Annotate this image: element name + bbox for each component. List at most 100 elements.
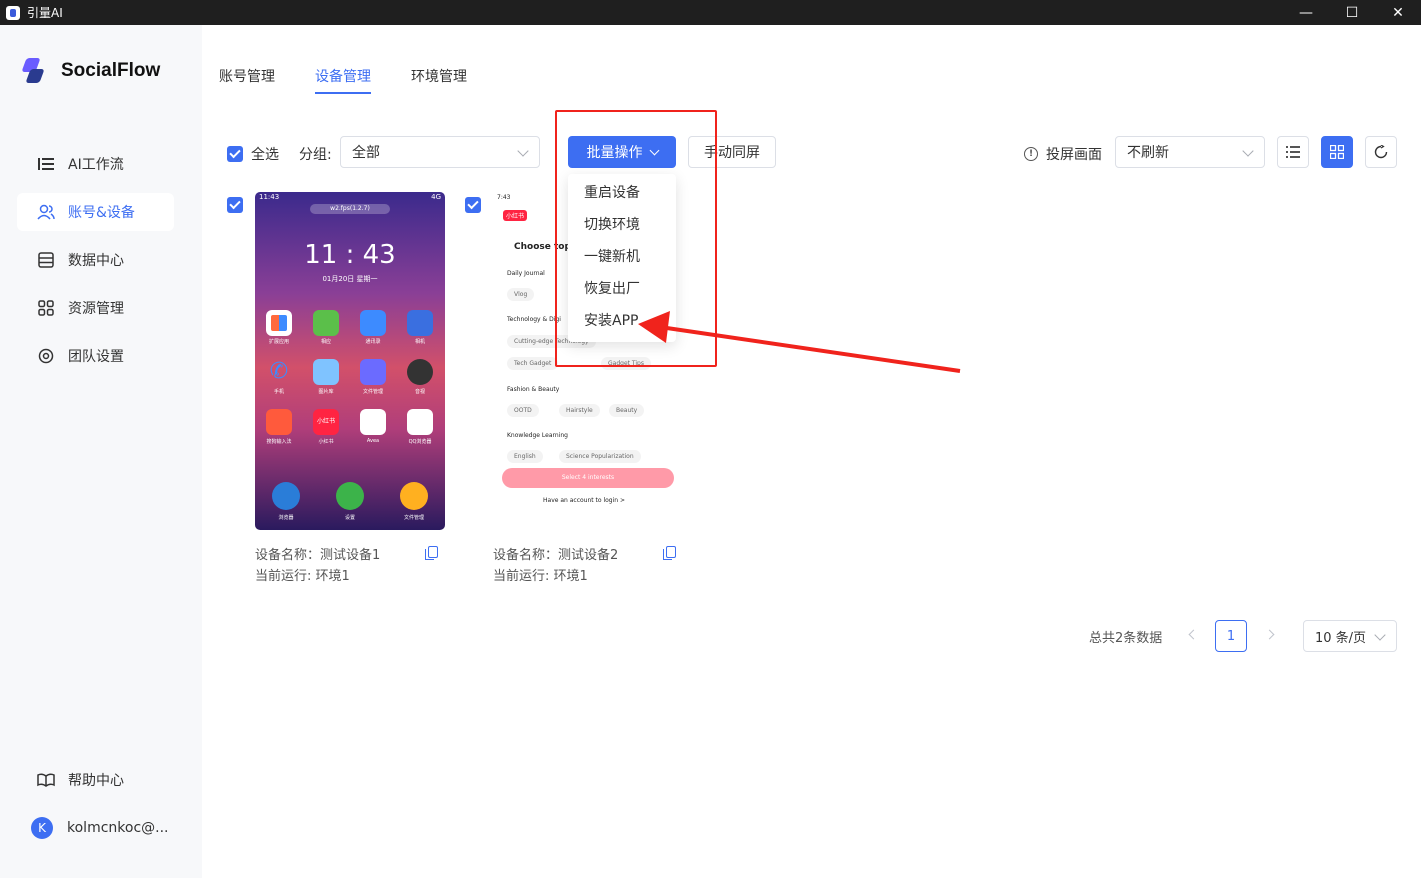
app-label: 手机 — [273, 389, 284, 395]
group-label: 分组: — [299, 147, 332, 163]
section-heading: Fashion & Beauty — [507, 386, 560, 393]
pagination-current-page[interactable]: 1 — [1215, 620, 1247, 652]
window-title: 引量AI — [27, 6, 63, 20]
interest-chip: Beauty — [609, 404, 645, 417]
select-interests-button: Select 4 interests — [502, 468, 674, 488]
device-checkbox[interactable] — [227, 197, 243, 213]
phone-date: 01月20日 星期一 — [322, 275, 378, 283]
interest-chip: Vlog — [507, 288, 535, 301]
files-icon — [360, 359, 386, 385]
app-label: 搜狗输入法 — [266, 439, 292, 445]
sidebar-item-label: 账号&设备 — [68, 205, 135, 221]
phone-clock: 11 : 43 — [304, 240, 396, 270]
tab-device-management[interactable]: 设备管理 — [315, 66, 371, 94]
sidebar-item-label: 资源管理 — [68, 301, 124, 317]
user-profile[interactable]: K kolmcnkoc@... — [17, 809, 174, 847]
info-icon: ! — [1024, 147, 1038, 161]
close-button[interactable]: ✕ — [1375, 0, 1421, 25]
phone-status-bar: 11:43 4G — [255, 192, 445, 204]
grid-icon — [1330, 145, 1344, 159]
contacts-icon — [360, 310, 386, 336]
app-logo-icon — [6, 5, 20, 20]
refresh-select-value: 不刷新 — [1127, 145, 1169, 161]
chevron-right-icon[interactable] — [1264, 629, 1275, 640]
tab-environment-management[interactable]: 环境管理 — [411, 66, 467, 92]
app-label: 图片库 — [318, 389, 334, 395]
list-view-button[interactable] — [1277, 136, 1309, 168]
camera-icon — [407, 310, 433, 336]
user-name: kolmcnkoc@... — [67, 820, 169, 836]
window-titlebar: 引量AI — ☐ ✕ — [0, 0, 1421, 25]
sidebar-item-data-center[interactable]: 数据中心 — [17, 241, 174, 279]
group-select[interactable]: 全部 — [340, 136, 540, 168]
cast-screen-label: 投屏画面 — [1046, 147, 1102, 163]
sidebar-item-team-settings[interactable]: 团队设置 — [17, 337, 174, 375]
device-name: 设备名称：测试设备1 — [255, 548, 381, 563]
app-label: 音视 — [414, 389, 425, 395]
maximize-button[interactable]: ☐ — [1329, 0, 1375, 25]
brand-logo: SocialFlow — [21, 58, 161, 84]
interest-chip: Tech Gadget — [507, 357, 559, 370]
sidebar-item-ai-workflow[interactable]: AI工作流 — [17, 145, 174, 183]
app-store-icon — [313, 310, 339, 336]
brand-name: SocialFlow — [61, 60, 161, 81]
app-label: 文件管理 — [403, 515, 424, 521]
group-select-value: 全部 — [352, 145, 380, 161]
device-screen-1[interactable]: 11:43 4G w2.fps(1.2.7) 11 : 43 01月20日 星期… — [255, 192, 445, 530]
copy-icon[interactable] — [663, 546, 676, 560]
gallery-icon — [313, 359, 339, 385]
grid-view-button[interactable] — [1321, 136, 1353, 168]
page-size-select[interactable]: 10 条/页 — [1303, 620, 1397, 652]
music-icon — [407, 359, 433, 385]
folder-icon — [400, 482, 428, 510]
app-label: 设置 — [344, 515, 355, 521]
app-label: 文件管理 — [362, 389, 383, 395]
xiaohongshu-badge: 小红书 — [503, 210, 528, 221]
app-label: 相机 — [414, 339, 425, 345]
device-env: 当前运行: 环境1 — [255, 569, 350, 584]
sidebar-item-label: 团队设置 — [68, 349, 124, 365]
cast-screen-label-group: ! 投屏画面 — [1024, 144, 1102, 164]
phone-status-time: 7:43 — [497, 194, 511, 201]
checkbox-checked-icon — [227, 146, 243, 162]
annotation-arrow-icon — [638, 311, 961, 373]
settings-icon — [336, 482, 364, 510]
app-extension-icon — [266, 310, 292, 336]
app-label: Avea — [366, 438, 380, 444]
section-heading: Knowledge Learning — [507, 432, 568, 439]
tab-account-management[interactable]: 账号管理 — [219, 66, 275, 92]
device-env: 当前运行: 环境1 — [493, 569, 588, 584]
qq-browser-icon — [407, 409, 433, 435]
section-heading: Daily Journal — [507, 270, 545, 277]
avea-icon — [360, 409, 386, 435]
device-checkbox[interactable] — [465, 197, 481, 213]
browser-icon — [272, 482, 300, 510]
refresh-button[interactable] — [1365, 136, 1397, 168]
list-icon — [1286, 146, 1300, 158]
interest-chip: Hairstyle — [559, 404, 600, 417]
app-label: 相应 — [320, 339, 331, 345]
chevron-left-icon[interactable] — [1188, 629, 1199, 640]
chevron-down-icon — [517, 145, 529, 157]
sidebar-item-account-device[interactable]: 账号&设备 — [17, 193, 174, 231]
device-name: 设备名称：测试设备2 — [493, 548, 619, 563]
sidebar-item-resources[interactable]: 资源管理 — [17, 289, 174, 327]
grid-icon — [37, 299, 55, 317]
refresh-select[interactable]: 不刷新 — [1115, 136, 1265, 168]
xiaohongshu-icon: 小红书 — [313, 409, 339, 435]
sidebar-item-help[interactable]: 帮助中心 — [17, 761, 174, 799]
refresh-icon — [1374, 145, 1388, 159]
pagination-total: 总共2条数据 — [1089, 631, 1163, 646]
app-label: 扩展应用 — [268, 339, 289, 345]
database-icon — [37, 251, 55, 269]
app-label: 小红书 — [318, 439, 334, 445]
section-heading: Technology & Digi — [507, 316, 561, 323]
minimize-button[interactable]: — — [1283, 0, 1329, 25]
app-label: 浏览器 — [278, 515, 294, 521]
book-icon — [37, 771, 55, 789]
select-all-checkbox[interactable]: 全选 — [227, 144, 279, 164]
interest-chip: OOTD — [507, 404, 539, 417]
phone-status-signal: 4G — [431, 193, 441, 201]
copy-icon[interactable] — [425, 546, 438, 560]
gear-icon — [37, 347, 55, 365]
